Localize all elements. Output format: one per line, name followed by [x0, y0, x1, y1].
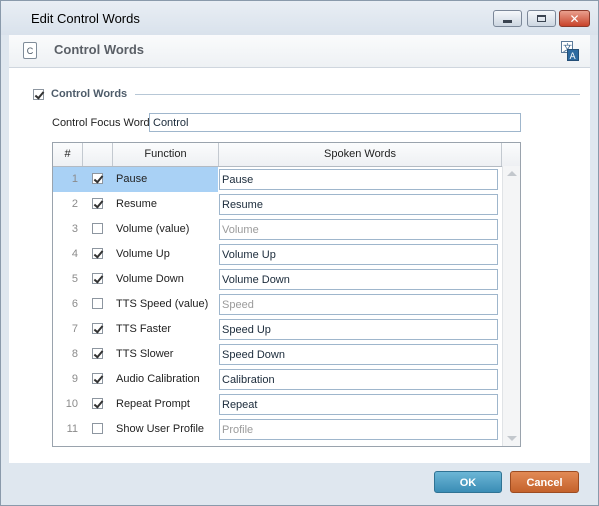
dialog-window: Edit Control Words ✕ C Control Words 文 A… [0, 0, 599, 506]
dialog-footer: OK Cancel [1, 463, 598, 505]
cancel-button[interactable]: Cancel [510, 471, 579, 493]
row-function: Repeat Prompt [116, 398, 190, 410]
row-enabled-checkbox[interactable] [92, 298, 103, 309]
row-function: TTS Faster [116, 323, 172, 335]
table-row[interactable]: 4 Volume Up [53, 242, 501, 267]
row-checkbox-cell [83, 167, 113, 192]
minimize-icon [503, 20, 512, 23]
spoken-words-input[interactable] [219, 269, 498, 290]
control-words-grid: # Function Spoken Words 1 Pause 2 Resume 3 Vo… [52, 142, 521, 447]
content-panel: Control Words Control Focus Word # Funct… [9, 68, 590, 463]
scroll-down-icon[interactable] [507, 436, 517, 441]
row-enabled-checkbox[interactable] [92, 423, 103, 434]
row-checkbox-cell [83, 267, 113, 292]
spoken-words-input[interactable] [219, 194, 498, 215]
row-enabled-checkbox[interactable] [92, 273, 103, 284]
row-enabled-checkbox[interactable] [92, 398, 103, 409]
control-words-icon: C [23, 42, 37, 59]
table-row[interactable]: 5 Volume Down [53, 267, 501, 292]
table-row[interactable]: 10 Repeat Prompt [53, 392, 501, 417]
row-number: 9 [71, 373, 78, 385]
control-words-checkbox[interactable] [33, 89, 44, 100]
window-title: Edit Control Words [31, 11, 140, 26]
row-checkbox-cell [83, 242, 113, 267]
row-function: Volume Down [116, 273, 184, 285]
row-checkbox-cell [83, 192, 113, 217]
spoken-words-input[interactable] [219, 219, 498, 240]
spoken-words-input[interactable] [219, 244, 498, 265]
spoken-words-input[interactable] [219, 294, 498, 315]
svg-text:A: A [570, 52, 577, 61]
table-row[interactable]: 3 Volume (value) [53, 217, 501, 242]
group-label: Control Words [51, 88, 128, 100]
row-number: 1 [53, 167, 83, 192]
row-function: Show User Profile [116, 423, 205, 435]
row-number: 5 [71, 273, 78, 285]
table-row[interactable]: 6 TTS Speed (value) [53, 292, 501, 317]
group-divider [135, 94, 580, 95]
row-checkbox-cell [83, 367, 113, 392]
close-button[interactable]: ✕ [559, 10, 590, 27]
column-header-spoken-words[interactable]: Spoken Words [219, 143, 502, 166]
row-enabled-checkbox[interactable] [92, 223, 103, 234]
spoken-words-input[interactable] [219, 394, 498, 415]
translate-icon[interactable]: 文 A [561, 41, 579, 61]
row-enabled-checkbox[interactable] [92, 198, 103, 209]
spoken-words-input[interactable] [219, 369, 498, 390]
row-function: TTS Slower [116, 348, 174, 360]
scroll-up-icon[interactable] [507, 171, 517, 176]
row-number: 3 [71, 223, 78, 235]
row-enabled-checkbox[interactable] [92, 373, 103, 384]
control-words-group: Control Words [31, 88, 581, 102]
spoken-words-input[interactable] [219, 169, 498, 190]
row-checkbox-cell [83, 317, 113, 342]
column-header-enabled[interactable] [83, 143, 113, 166]
row-checkbox-cell [83, 392, 113, 417]
row-number: 4 [71, 248, 78, 260]
table-row[interactable]: 8 TTS Slower [53, 342, 501, 367]
row-function: Pause [113, 167, 218, 192]
close-icon: ✕ [569, 11, 580, 26]
row-number: 2 [71, 198, 78, 210]
table-row[interactable]: 9 Audio Calibration [53, 367, 501, 392]
row-enabled-checkbox[interactable] [92, 323, 103, 334]
grid-header: # Function Spoken Words [53, 143, 520, 167]
spoken-words-input[interactable] [219, 319, 498, 340]
table-row[interactable]: 1 Pause [53, 167, 501, 192]
spoken-words-input[interactable] [219, 419, 498, 440]
row-number: 8 [71, 348, 78, 360]
vertical-scrollbar[interactable] [502, 166, 520, 446]
row-number: 7 [71, 323, 78, 335]
table-row[interactable]: 2 Resume [53, 192, 501, 217]
row-number: 10 [65, 398, 78, 410]
dialog-header: C Control Words 文 A [9, 35, 590, 68]
row-enabled-checkbox[interactable] [92, 173, 103, 184]
row-number: 11 [66, 423, 78, 435]
title-bar[interactable]: Edit Control Words ✕ [1, 1, 598, 35]
header-title: Control Words [54, 42, 145, 57]
focus-word-input[interactable] [149, 113, 521, 132]
row-function: Audio Calibration [116, 373, 200, 385]
row-checkbox-cell [83, 217, 113, 242]
row-function: Resume [116, 198, 157, 210]
row-function: Volume (value) [116, 223, 190, 235]
row-enabled-checkbox[interactable] [92, 248, 103, 259]
row-checkbox-cell [83, 292, 113, 317]
spoken-words-input[interactable] [219, 344, 498, 365]
row-checkbox-cell [83, 417, 113, 442]
maximize-button[interactable] [527, 10, 556, 27]
maximize-icon [537, 15, 546, 22]
row-function: Volume Up [116, 248, 170, 260]
minimize-button[interactable] [493, 10, 522, 27]
table-row[interactable]: 11 Show User Profile [53, 417, 501, 442]
table-row[interactable]: 7 TTS Faster [53, 317, 501, 342]
column-header-function[interactable]: Function [113, 143, 219, 166]
row-enabled-checkbox[interactable] [92, 348, 103, 359]
column-header-number[interactable]: # [53, 143, 83, 166]
row-number: 6 [71, 298, 78, 310]
ok-button[interactable]: OK [434, 471, 502, 493]
focus-word-label: Control Focus Word [52, 117, 150, 129]
row-function: TTS Speed (value) [116, 298, 209, 310]
row-checkbox-cell [83, 342, 113, 367]
